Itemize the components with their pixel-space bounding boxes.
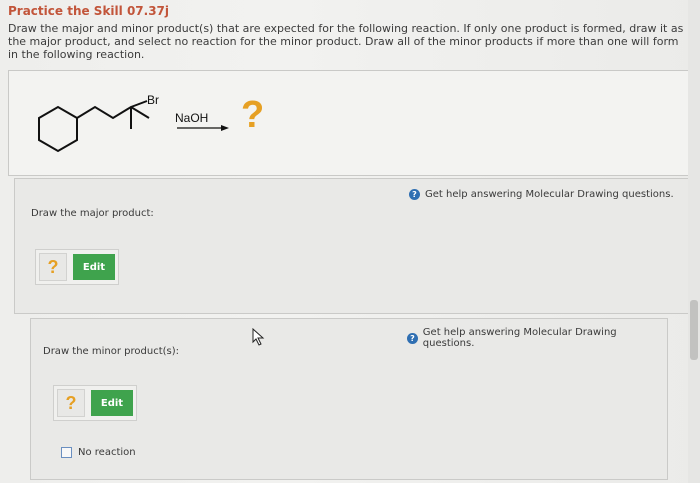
help-icon: ? xyxy=(407,332,418,344)
alkyl-chain xyxy=(76,105,150,120)
help-link-minor[interactable]: ? Get help answering Molecular Drawing q… xyxy=(407,327,667,349)
question-title: Practice the Skill 07.37j xyxy=(8,4,170,18)
question-header: Practice the Skill 07.37j Draw the major… xyxy=(8,4,692,61)
edit-minor-button[interactable]: Edit xyxy=(91,390,133,416)
reaction-arrow-head xyxy=(221,125,229,131)
minor-drawing-box: ? Edit xyxy=(53,385,137,421)
reagent-label: NaOH xyxy=(175,111,209,125)
vertical-scrollbar[interactable] xyxy=(688,0,700,483)
minor-product-label: Draw the minor product(s): xyxy=(43,346,179,357)
no-reaction-option[interactable]: No reaction xyxy=(61,447,136,458)
help-link-major[interactable]: ? Get help answering Molecular Drawing q… xyxy=(409,189,674,200)
unknown-product-mark: ? xyxy=(241,94,265,136)
question-instructions: Draw the major and minor product(s) that… xyxy=(8,22,684,61)
edit-major-button[interactable]: Edit xyxy=(73,254,115,280)
mouse-cursor-icon xyxy=(252,328,265,346)
c-br-bond xyxy=(130,100,148,108)
help-link-text: Get help answering Molecular Drawing que… xyxy=(425,189,674,200)
major-product-section: ? Get help answering Molecular Drawing q… xyxy=(14,178,692,314)
page: Practice the Skill 07.37j Draw the major… xyxy=(0,0,700,483)
no-reaction-checkbox[interactable] xyxy=(61,447,72,458)
question-mark-icon: ? xyxy=(39,253,67,281)
bromine-label: Br xyxy=(147,93,159,107)
help-link-text: Get help answering Molecular Drawing que… xyxy=(422,327,617,349)
reaction-panel: Br NaOH ? xyxy=(8,70,692,176)
cyclohexane-ring xyxy=(38,105,78,153)
scrollbar-thumb[interactable] xyxy=(690,300,698,360)
minor-product-section: ? Get help answering Molecular Drawing q… xyxy=(30,318,668,480)
major-drawing-box: ? Edit xyxy=(35,249,119,285)
question-mark-icon: ? xyxy=(57,389,85,417)
major-product-label: Draw the major product: xyxy=(31,208,154,219)
help-icon: ? xyxy=(409,189,420,200)
no-reaction-label: No reaction xyxy=(78,447,136,458)
